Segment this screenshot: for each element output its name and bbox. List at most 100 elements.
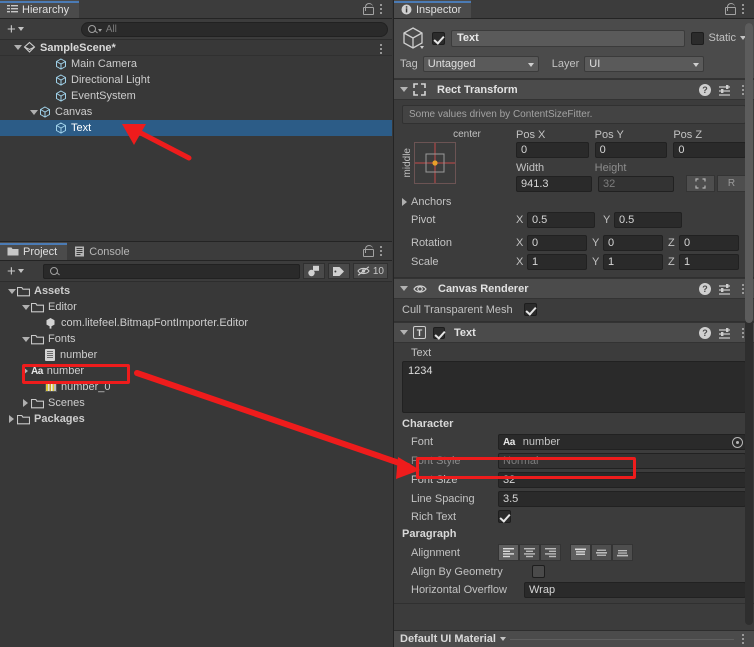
- project-row-fonts[interactable]: Fonts: [0, 331, 392, 347]
- lock-icon[interactable]: [724, 3, 736, 15]
- tab-console[interactable]: Console: [67, 242, 140, 260]
- text-component-header[interactable]: T Text ?: [394, 322, 754, 343]
- object-picker-icon[interactable]: [732, 437, 743, 448]
- rich-text-checkbox[interactable]: [498, 510, 511, 523]
- tab-inspector[interactable]: Inspector: [394, 0, 472, 18]
- help-icon[interactable]: ?: [699, 282, 711, 295]
- foldout-toggle[interactable]: [6, 415, 17, 423]
- rect-transform-header[interactable]: Rect Transform ?: [394, 79, 754, 100]
- foldout-toggle[interactable]: [6, 288, 17, 294]
- hierarchy-tree[interactable]: SampleScene* Main Camera Directional Light…: [0, 40, 392, 241]
- align-left-button[interactable]: [498, 544, 519, 561]
- hierarchy-add-button[interactable]: +: [4, 21, 27, 37]
- gameobject-active-checkbox[interactable]: [432, 31, 445, 45]
- static-toggle-group[interactable]: Static: [691, 31, 746, 45]
- alignment-horizontal-group[interactable]: [498, 544, 561, 561]
- inspector-menu-icon[interactable]: [738, 4, 748, 14]
- pos-x-input[interactable]: 0: [516, 142, 589, 158]
- foldout-icon[interactable]: [400, 87, 408, 92]
- foldout-toggle[interactable]: [28, 109, 39, 115]
- align-center-button[interactable]: [519, 544, 540, 561]
- canvas-renderer-header[interactable]: Canvas Renderer ?: [394, 278, 754, 299]
- foldout-toggle[interactable]: [20, 367, 31, 375]
- project-row-packages[interactable]: Packages: [0, 411, 392, 427]
- static-checkbox[interactable]: [691, 31, 705, 45]
- foldout-icon[interactable]: [400, 286, 408, 291]
- align-by-geometry-checkbox[interactable]: [532, 565, 545, 578]
- hierarchy-search-input[interactable]: All: [80, 21, 388, 37]
- project-row-com-litefeel-bitmapfontimporter-editor[interactable]: com.litefeel.BitmapFontImporter.Editor: [0, 315, 392, 331]
- project-tree[interactable]: Assets Editor com.litefeel.BitmapFontImpor…: [0, 283, 392, 647]
- layer-dropdown[interactable]: UI: [584, 56, 705, 72]
- cull-transparent-mesh-checkbox[interactable]: [524, 303, 537, 316]
- scale-x-input[interactable]: 1: [527, 254, 587, 270]
- scale-y-input[interactable]: 1: [603, 254, 663, 270]
- rotation-z-input[interactable]: 0: [679, 235, 739, 251]
- project-add-button[interactable]: +: [4, 263, 27, 279]
- preset-icon[interactable]: [718, 327, 731, 339]
- foldout-toggle[interactable]: [20, 399, 31, 407]
- hierarchy-menu-icon[interactable]: [376, 4, 386, 14]
- blueprint-mode-button[interactable]: [686, 175, 715, 192]
- project-row-number[interactable]: Aa number: [0, 363, 392, 379]
- text-value-textarea[interactable]: 1234: [402, 361, 746, 413]
- project-row-assets[interactable]: Assets: [0, 283, 392, 299]
- text-component-enabled-checkbox[interactable]: [433, 326, 445, 339]
- help-icon[interactable]: ?: [699, 83, 711, 96]
- foldout-icon[interactable]: [400, 330, 408, 335]
- material-menu-icon[interactable]: [738, 634, 748, 644]
- project-row-number-0[interactable]: number_0: [0, 379, 392, 395]
- hierarchy-row-directional-light[interactable]: Directional Light: [0, 72, 392, 88]
- inspector-scrollbar-thumb[interactable]: [745, 23, 753, 323]
- anchors-foldout-row[interactable]: Anchors: [402, 196, 746, 208]
- project-row-editor[interactable]: Editor: [0, 299, 392, 315]
- pos-y-input[interactable]: 0: [594, 142, 668, 158]
- pos-z-input[interactable]: 0: [673, 142, 747, 158]
- project-row-number[interactable]: number: [0, 347, 392, 363]
- horizontal-overflow-dropdown[interactable]: Wrap: [524, 582, 746, 598]
- lock-icon[interactable]: [362, 3, 374, 15]
- alignment-vertical-group[interactable]: [570, 544, 633, 561]
- foldout-toggle[interactable]: [20, 336, 31, 342]
- hierarchy-row-main-camera[interactable]: Main Camera: [0, 56, 392, 72]
- align-bottom-button[interactable]: [612, 544, 633, 561]
- foldout-icon[interactable]: [402, 198, 407, 206]
- filter-by-label-button[interactable]: [327, 263, 350, 279]
- hierarchy-row-samplescene[interactable]: SampleScene*: [0, 40, 392, 56]
- tab-hierarchy[interactable]: Hierarchy: [0, 0, 80, 18]
- pivot-y-input[interactable]: 0.5: [614, 212, 682, 228]
- rotation-y-input[interactable]: 0: [603, 235, 663, 251]
- height-input[interactable]: 32: [598, 175, 674, 192]
- foldout-toggle[interactable]: [20, 304, 31, 310]
- project-row-scenes[interactable]: Scenes: [0, 395, 392, 411]
- align-right-button[interactable]: [540, 544, 561, 561]
- font-style-dropdown[interactable]: Normal: [498, 453, 746, 469]
- align-middle-button[interactable]: [591, 544, 612, 561]
- tag-dropdown[interactable]: Untagged: [422, 56, 539, 72]
- scale-z-input[interactable]: 1: [679, 254, 739, 270]
- chevron-down-icon[interactable]: [499, 637, 506, 641]
- hidden-items-toggle[interactable]: 10: [352, 263, 388, 279]
- default-ui-material-bar[interactable]: Default UI Material: [394, 630, 754, 647]
- hierarchy-row-eventsystem[interactable]: EventSystem: [0, 88, 392, 104]
- hierarchy-row-text[interactable]: Text: [0, 120, 392, 136]
- filter-by-type-button[interactable]: [302, 263, 325, 279]
- hierarchy-row-canvas[interactable]: Canvas: [0, 104, 392, 120]
- lock-icon[interactable]: [362, 245, 374, 257]
- help-icon[interactable]: ?: [699, 326, 711, 339]
- font-size-input[interactable]: 32: [498, 472, 746, 488]
- foldout-toggle[interactable]: [12, 45, 23, 50]
- raw-edit-button[interactable]: R: [717, 175, 746, 192]
- project-menu-icon[interactable]: [376, 246, 386, 256]
- tab-project[interactable]: Project: [0, 242, 68, 260]
- rotation-x-input[interactable]: 0: [527, 235, 587, 251]
- line-spacing-input[interactable]: 3.5: [498, 491, 746, 507]
- anchor-preset-widget[interactable]: [414, 142, 456, 184]
- gameobject-name-field[interactable]: Text: [451, 29, 686, 47]
- scene-menu-icon[interactable]: [376, 44, 386, 54]
- preset-icon[interactable]: [718, 84, 731, 96]
- align-top-button[interactable]: [570, 544, 591, 561]
- width-input[interactable]: 941.3: [516, 175, 592, 192]
- pivot-x-input[interactable]: 0.5: [527, 212, 595, 228]
- font-object-field[interactable]: Aa number: [498, 434, 746, 450]
